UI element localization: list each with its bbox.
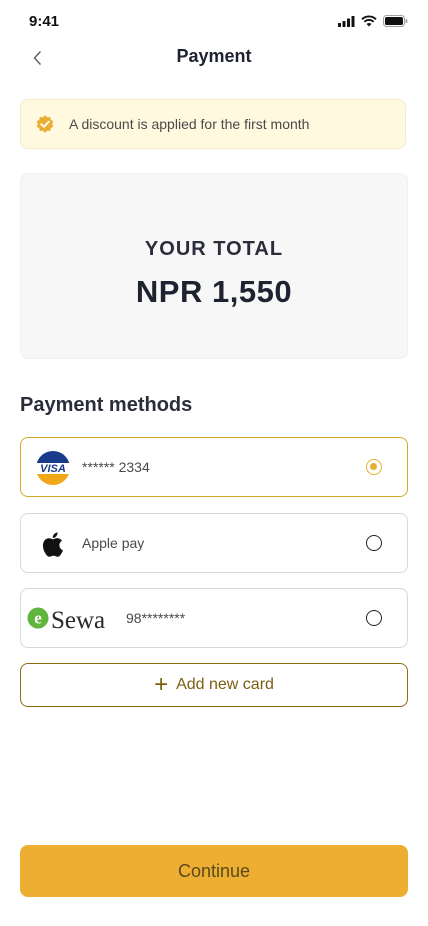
- status-icons: [338, 15, 408, 27]
- nav-bar: Payment: [0, 40, 428, 74]
- esewa-number: 98********: [126, 610, 186, 626]
- visa-logo-icon: VISA: [36, 451, 70, 485]
- wifi-icon: [361, 15, 377, 27]
- radio-visa[interactable]: [366, 459, 382, 475]
- continue-button[interactable]: Continue: [20, 845, 408, 897]
- svg-text:Sewa: Sewa: [51, 607, 105, 634]
- payment-method-visa[interactable]: VISA ****** 2334: [20, 437, 408, 497]
- payment-method-apple-pay[interactable]: Apple pay: [20, 513, 408, 573]
- discount-banner: A discount is applied for the first mont…: [20, 99, 406, 149]
- total-label: YOUR TOTAL: [144, 238, 284, 260]
- esewa-logo-icon: e Sewa: [27, 607, 105, 634]
- plus-icon: +: [154, 671, 169, 698]
- total-card: YOUR TOTAL NPR 1,550: [20, 173, 408, 359]
- battery-icon: [383, 15, 408, 27]
- signal-icon: [338, 15, 355, 27]
- total-amount: NPR 1,550: [135, 274, 293, 309]
- apple-logo-icon: [42, 532, 63, 557]
- radio-esewa[interactable]: [366, 610, 382, 626]
- payment-methods-title: Payment methods: [20, 394, 193, 416]
- payment-method-esewa[interactable]: e Sewa 98********: [20, 588, 408, 648]
- svg-text:VISA: VISA: [40, 463, 66, 475]
- page-title: Payment: [176, 46, 252, 66]
- apple-pay-label: Apple pay: [82, 535, 145, 551]
- status-time: 9:41: [29, 13, 60, 30]
- status-bar: 9:41: [0, 0, 428, 44]
- add-new-card-button[interactable]: + Add new card: [20, 663, 408, 707]
- verified-badge-icon: [36, 115, 54, 133]
- radio-apple-pay[interactable]: [366, 535, 382, 551]
- discount-text: A discount is applied for the first mont…: [69, 116, 310, 132]
- visa-card-number: ****** 2334: [82, 459, 150, 475]
- svg-text:e: e: [34, 609, 42, 628]
- add-new-card-label: Add new card: [176, 676, 274, 693]
